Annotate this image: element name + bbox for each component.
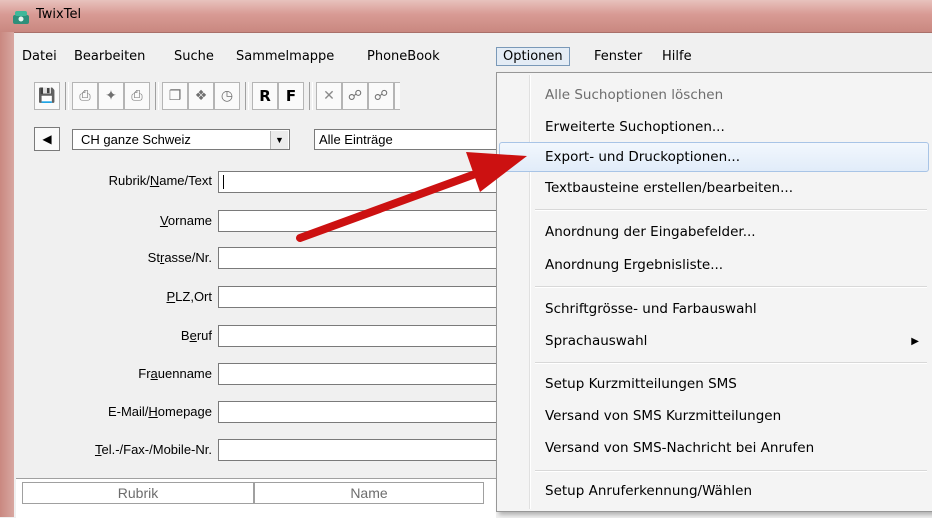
region-select[interactable]: CH ganze Schweiz ▼ (72, 129, 290, 150)
menu-item-versand-sms-kurzmitteilungen[interactable]: Versand von SMS Kurzmitteilungen (545, 408, 781, 424)
menu-item-sprachauswahl[interactable]: Sprachauswahl (545, 333, 647, 349)
menu-separator (535, 362, 927, 364)
label-rubrik-name-text: Rubrik/Name/Text (108, 173, 212, 188)
label-beruf: Beruf (180, 328, 212, 343)
frauenname-input[interactable] (218, 363, 508, 385)
label-email-homepage: E-Mail/Homepage (107, 404, 212, 419)
app-icon (13, 11, 29, 24)
print-preview-icon[interactable]: ⎙ (124, 82, 150, 110)
column-header-rubrik[interactable]: Rubrik (22, 482, 254, 504)
label-strasse: Strasse/Nr. (147, 250, 212, 265)
submenu-arrow-icon: ▶ (911, 336, 919, 347)
tel-fax-mobile-input[interactable] (218, 439, 508, 461)
binoculars-list-icon[interactable]: ☍ (368, 82, 394, 110)
binoculars-icon[interactable]: ☍ (342, 82, 368, 110)
label-tel-fax-mobile: Tel.-/Fax-/Mobile-Nr. (94, 442, 212, 457)
menu-separator (535, 470, 927, 472)
text-cursor (223, 175, 224, 189)
toolbar-separator (65, 82, 69, 110)
toolbar-separator (309, 82, 313, 110)
entries-select-value: Alle Einträge (319, 132, 393, 147)
menu-optionen[interactable]: Optionen (496, 47, 570, 66)
menu-bearbeiten[interactable]: Bearbeiten (74, 49, 145, 64)
toolbar: 💾 ⎙ ✦ ⎙ ❐ ❖ ◷ R F ✕ ☍ ☍ (16, 80, 496, 114)
menu-item-setup-anruferkennung[interactable]: Setup Anruferkennung/Wählen (545, 483, 752, 499)
window-frame (0, 32, 14, 517)
menu-separator (535, 286, 927, 288)
rubrik-name-text-input[interactable] (218, 171, 508, 193)
chevron-down-icon[interactable]: ▼ (270, 131, 288, 149)
beruf-input[interactable] (218, 325, 508, 347)
region-select-value: CH ganze Schweiz (81, 132, 191, 147)
vorname-input[interactable] (218, 210, 508, 232)
menu-item-anordnung-ergebnisliste[interactable]: Anordnung Ergebnisliste... (545, 257, 723, 273)
menu-suche[interactable]: Suche (174, 49, 214, 64)
menu-gutter (529, 75, 531, 509)
menu-datei[interactable]: Datei (22, 49, 57, 64)
save-icon[interactable]: 💾 (34, 82, 60, 110)
r-button[interactable]: R (252, 82, 278, 110)
menu-separator (535, 209, 927, 211)
menu-item-export-druckoptionen[interactable]: Export- und Druckoptionen... (545, 149, 740, 165)
menu-item-textbausteine[interactable]: Textbausteine erstellen/bearbeiten... (545, 180, 793, 196)
menu-item-versand-sms-anrufen[interactable]: Versand von SMS-Nachricht bei Anrufen (545, 440, 814, 456)
email-homepage-input[interactable] (218, 401, 508, 423)
menu-bar: Datei Bearbeiten Suche Sammelmappe Phone… (16, 46, 928, 70)
title-bar: TwixTel (0, 0, 932, 33)
menu-fenster[interactable]: Fenster (594, 49, 642, 64)
menu-sammelmappe[interactable]: Sammelmappe (236, 49, 334, 64)
plz-ort-input[interactable] (218, 286, 508, 308)
back-button[interactable]: ◀ (34, 127, 60, 151)
menu-item-alle-suchoptionen-loeschen[interactable]: Alle Suchoptionen löschen (545, 87, 723, 103)
menu-item-anordnung-eingabefelder[interactable]: Anordnung der Eingabefelder... (545, 224, 756, 240)
label-vorname: Vorname (159, 213, 212, 228)
label-frauenname: Frauenname (138, 366, 212, 381)
copy-icon[interactable]: ❐ (162, 82, 188, 110)
window-title: TwixTel (36, 7, 82, 22)
print-icon[interactable]: ⎙ (72, 82, 98, 110)
menu-item-erweiterte-suchoptionen[interactable]: Erweiterte Suchoptionen... (545, 119, 725, 135)
strasse-input[interactable] (218, 247, 508, 269)
optionen-dropdown-menu: Alle Suchoptionen löschen Erweiterte Suc… (496, 72, 932, 512)
column-header-name[interactable]: Name (254, 482, 484, 504)
label-plz-ort: PLZ,Ort (166, 289, 212, 304)
toolbar-separator (245, 82, 249, 110)
entries-select[interactable]: Alle Einträge (314, 129, 496, 150)
paste-icon[interactable]: ❖ (188, 82, 214, 110)
clock-icon[interactable]: ◷ (214, 82, 240, 110)
menu-item-schriftgroesse-farbauswahl[interactable]: Schriftgrösse- und Farbauswahl (545, 301, 757, 317)
pin-icon[interactable]: ✦ (98, 82, 124, 110)
toolbar-separator (155, 82, 159, 110)
menu-item-setup-kurzmitteilungen-sms[interactable]: Setup Kurzmitteilungen SMS (545, 376, 737, 392)
menu-phonebook[interactable]: PhoneBook (367, 49, 440, 64)
toolbar-more[interactable] (394, 82, 400, 110)
f-button[interactable]: F (278, 82, 304, 110)
menu-hilfe[interactable]: Hilfe (662, 49, 692, 64)
delete-icon[interactable]: ✕ (316, 82, 342, 110)
